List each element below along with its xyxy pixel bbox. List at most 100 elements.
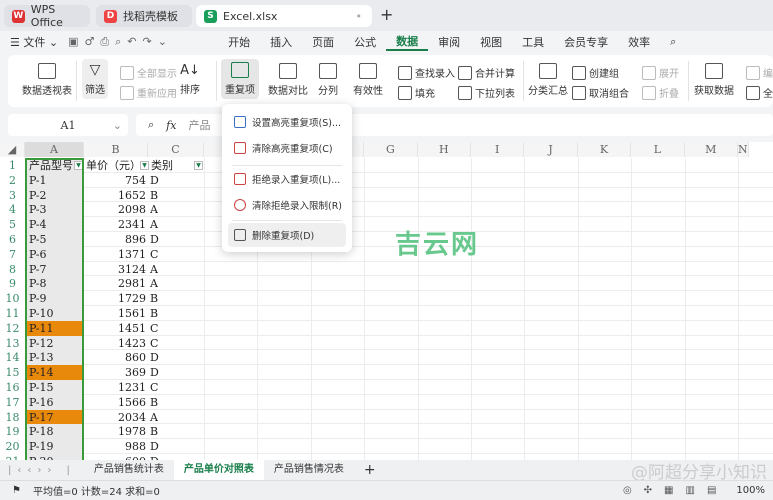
row-number[interactable]: 4 [0, 202, 25, 217]
expand-button[interactable]: 展开 [642, 65, 679, 80]
tab-docer[interactable]: D 找稻壳模板 [96, 5, 192, 27]
column-header[interactable]: B [84, 142, 148, 157]
sheet-tab-active[interactable]: 产品单价对照表 [173, 460, 264, 480]
sheet-nav-arrows[interactable]: |‹‹›› | [0, 465, 84, 476]
row-number[interactable]: 1 [0, 158, 25, 173]
menu-home[interactable]: 开始 [218, 34, 260, 50]
row-number[interactable]: 16 [0, 380, 25, 395]
menu-clear-reject-restriction[interactable]: 清除拒绝录入限制(R) [228, 193, 346, 217]
search-icon[interactable]: ⌕ [660, 35, 686, 49]
cell-category[interactable]: B [150, 188, 200, 203]
pivot-table-button[interactable]: 数据透视表 [22, 63, 72, 97]
cell-price[interactable]: 1566 [84, 395, 146, 410]
cell-product-id[interactable]: P-5 [27, 232, 82, 247]
cell-price[interactable]: 896 [84, 232, 146, 247]
column-header[interactable]: C [148, 142, 204, 157]
cell-category[interactable]: D [150, 365, 200, 380]
sort-button[interactable]: A↓ 排序 [180, 63, 200, 96]
dropdown-list-button[interactable]: 下拉列表 [458, 85, 515, 100]
column-header[interactable]: N [738, 142, 749, 157]
menu-review[interactable]: 审阅 [428, 34, 470, 50]
cell-price[interactable]: 3124 [84, 262, 146, 277]
cell-price[interactable]: 1561 [84, 306, 146, 321]
row-number[interactable]: 6 [0, 232, 25, 247]
fx-icon[interactable]: fx [166, 119, 176, 132]
row-number[interactable]: 18 [0, 410, 25, 425]
row-number[interactable]: 5 [0, 217, 25, 232]
cell-price[interactable]: 2341 [84, 217, 146, 232]
cell-product-id[interactable]: P-11 [27, 320, 82, 336]
cell-category[interactable]: D [150, 232, 200, 247]
cell-category[interactable]: B [150, 306, 200, 321]
row-number[interactable]: 9 [0, 276, 25, 291]
cell-category[interactable]: C [150, 380, 200, 395]
row-number[interactable]: 7 [0, 247, 25, 262]
column-header[interactable]: A [25, 142, 84, 157]
row-number[interactable]: 8 [0, 262, 25, 277]
cell-product-id[interactable]: P-12 [27, 335, 82, 351]
get-data-button[interactable]: 获取数据 [694, 63, 734, 97]
consolidate-button[interactable]: 合并计算 [458, 65, 515, 80]
filter-dropdown-icon[interactable]: ▼ [140, 161, 149, 170]
reapply-button[interactable]: 重新应用 [120, 85, 177, 100]
sheet-tab[interactable]: 产品销售统计表 [84, 460, 174, 480]
cell-category[interactable]: C [150, 336, 200, 351]
data-compare-button[interactable]: 数据对比 [268, 63, 308, 97]
cell-category[interactable]: D [150, 350, 200, 365]
cell-category[interactable]: A [150, 410, 200, 425]
cell-category[interactable]: B [150, 424, 200, 439]
menu-data[interactable]: 数据 [386, 33, 429, 51]
filter-button[interactable]: ▽ 筛选 [82, 59, 108, 99]
cell-price[interactable]: 1423 [84, 336, 146, 351]
sheet-tab[interactable]: 产品销售情况表 [264, 460, 354, 480]
name-box[interactable]: A1 ⌄ [8, 114, 128, 136]
row-number[interactable]: 12 [0, 321, 25, 336]
column-header[interactable]: I [471, 142, 525, 157]
row-number[interactable]: 17 [0, 395, 25, 410]
column-header[interactable]: M [684, 142, 738, 157]
filter-dropdown-icon[interactable]: ▼ [194, 161, 203, 170]
cell-category[interactable]: A [150, 262, 200, 277]
cell-product-id[interactable]: P-15 [27, 380, 82, 395]
cell-product-id[interactable]: P-17 [27, 409, 82, 425]
tab-excel[interactable]: S Excel.xlsx • [196, 5, 372, 27]
edit-button[interactable]: 编辑 [746, 65, 773, 80]
cell-price[interactable]: 1231 [84, 380, 146, 395]
cell-product-id[interactable]: P-3 [27, 202, 82, 218]
cell-product-id[interactable]: P-2 [27, 187, 82, 203]
spreadsheet-grid[interactable]: ◢ABCDEFGHIJKLMN 1产品型号单价（元）类别▼▼▼2P-1754D3… [0, 142, 773, 460]
menu-set-highlight-duplicates[interactable]: 设置高亮重复项(S)... [228, 110, 346, 134]
row-number[interactable]: 2 [0, 173, 25, 188]
ungroup-button[interactable]: 取消组合 [572, 85, 629, 100]
cell-product-id[interactable]: P-14 [27, 365, 82, 381]
subtotal-button[interactable]: 分类汇总 [528, 63, 568, 97]
cell-category[interactable]: A [150, 276, 200, 291]
cell-price[interactable]: 988 [84, 439, 146, 454]
filter-dropdown-icon[interactable]: ▼ [74, 161, 83, 170]
cell-product-id[interactable]: P-10 [27, 306, 82, 321]
menu-remove-duplicates[interactable]: 删除重复项(D) [228, 223, 346, 247]
create-group-button[interactable]: 创建组 [572, 65, 619, 80]
row-number[interactable]: 20 [0, 439, 25, 454]
tab-wps-office[interactable]: W WPS Office [4, 3, 90, 29]
menu-page[interactable]: 页面 [302, 34, 344, 50]
zoom-formula-icon[interactable]: ⌕ [148, 118, 154, 132]
view-mode-buttons[interactable]: ◎✣▦▥▤ [623, 485, 728, 496]
file-menu[interactable]: ☰ 文件 ⌄ [0, 34, 68, 50]
column-header[interactable]: H [417, 142, 471, 157]
cell-price[interactable]: 369 [84, 365, 146, 380]
cell-price[interactable]: 1371 [84, 247, 146, 262]
cell-product-id[interactable]: P-13 [27, 350, 82, 366]
cell-category[interactable]: D [150, 173, 200, 188]
menu-member[interactable]: 会员专享 [554, 34, 618, 50]
cell-product-id[interactable]: P-6 [27, 246, 82, 262]
cell-category[interactable]: C [150, 247, 200, 262]
cell-category[interactable]: C [150, 321, 200, 336]
row-number[interactable]: 13 [0, 336, 25, 351]
column-header[interactable]: G [364, 142, 418, 157]
cell-product-id[interactable]: P-8 [27, 276, 82, 292]
macro-icon[interactable]: ⚑ [0, 485, 33, 496]
row-number[interactable]: 3 [0, 188, 25, 203]
split-column-button[interactable]: 分列 [318, 63, 338, 97]
cell-category[interactable]: B [150, 291, 200, 306]
